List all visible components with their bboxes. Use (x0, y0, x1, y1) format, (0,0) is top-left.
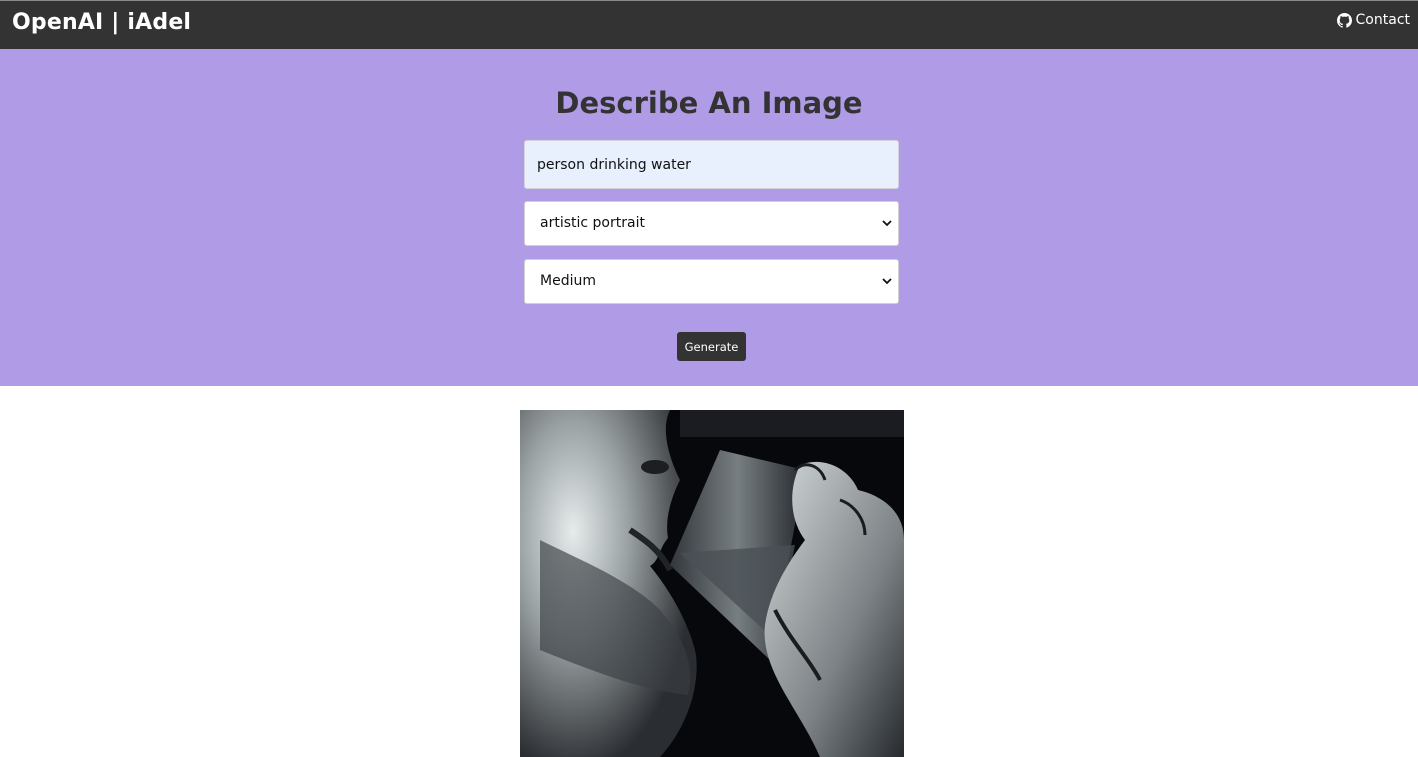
page-title: Describe An Image (555, 86, 863, 120)
size-select[interactable]: Medium (524, 259, 899, 304)
generated-image (520, 410, 904, 757)
chevron-down-icon (882, 276, 892, 286)
chevron-down-icon (882, 218, 892, 228)
github-icon (1336, 12, 1352, 28)
prompt-input[interactable] (524, 140, 899, 189)
style-select[interactable]: artistic portrait (524, 201, 899, 246)
contact-label: Contact (1355, 12, 1410, 28)
generate-button[interactable]: Generate (677, 332, 746, 361)
style-select-value: artistic portrait (540, 215, 645, 231)
navbar: OpenAI | iAdel Contact (0, 1, 1418, 49)
contact-link[interactable]: Contact (1336, 12, 1410, 28)
brand-title[interactable]: OpenAI | iAdel (12, 10, 191, 35)
size-select-value: Medium (540, 273, 596, 289)
